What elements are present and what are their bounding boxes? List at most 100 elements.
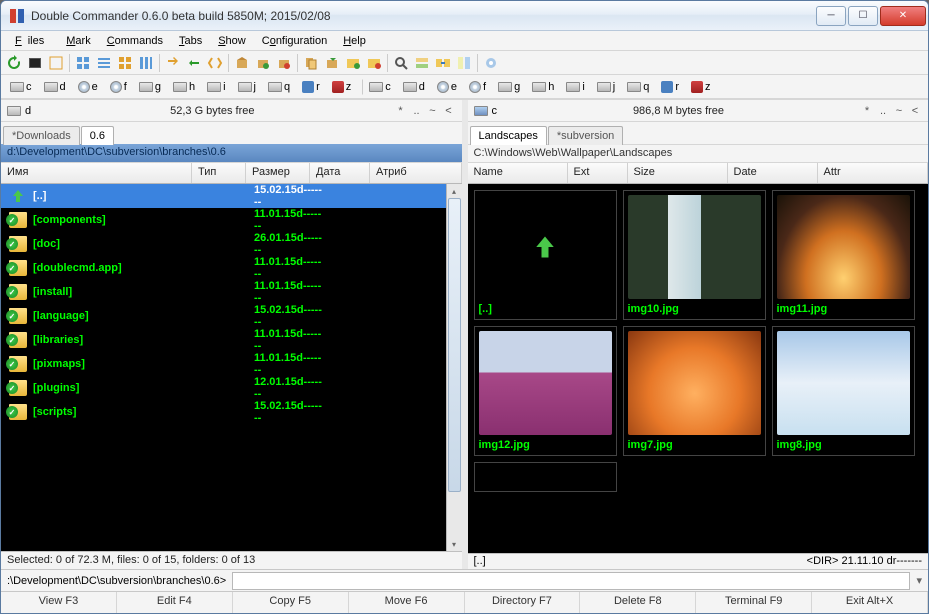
drive-f-left[interactable]: f (105, 79, 132, 95)
right-home-button[interactable]: ~ (892, 105, 906, 117)
drive-e-left[interactable]: e (73, 79, 103, 95)
drive-c-left[interactable]: c (5, 79, 37, 95)
thumbnail-item[interactable]: img12.jpg (474, 326, 617, 456)
menu-help[interactable]: Help (337, 34, 372, 48)
settings-icon[interactable] (482, 54, 500, 72)
file-row[interactable]: [doublecmd.app]11.01.15d------- (1, 256, 462, 280)
drive-r-left[interactable]: r (297, 79, 325, 95)
thumbnail-item[interactable]: img7.jpg (623, 326, 766, 456)
drive-c-right[interactable]: c (362, 79, 396, 95)
left-up-button[interactable]: .. (410, 105, 424, 117)
right-drive-selector[interactable]: c (474, 105, 498, 117)
drive-i-left[interactable]: i (202, 79, 230, 95)
minimize-button[interactable]: ─ (816, 6, 846, 26)
compare-icon[interactable] (455, 54, 473, 72)
search-icon[interactable] (392, 54, 410, 72)
file-row[interactable]: [doc]26.01.15d------- (1, 232, 462, 256)
drive-j-left[interactable]: j (233, 79, 261, 95)
right-tab-landscapes[interactable]: Landscapes (470, 126, 547, 145)
left-path[interactable]: d:\Development\DC\subversion\branches\0.… (1, 144, 462, 162)
menu-mark[interactable]: Mark (60, 34, 96, 48)
file-row[interactable]: [scripts]15.02.15d------- (1, 400, 462, 424)
columns-view-icon[interactable] (137, 54, 155, 72)
grid-view-icon[interactable] (74, 54, 92, 72)
left-tab-downloads[interactable]: *Downloads (3, 126, 80, 145)
list-view-icon[interactable] (95, 54, 113, 72)
right-back-button[interactable]: < (908, 105, 922, 117)
menu-tabs[interactable]: Tabs (173, 34, 208, 48)
target-equal-source-icon[interactable] (185, 54, 203, 72)
maximize-button[interactable]: ☐ (848, 6, 878, 26)
refresh-icon[interactable] (5, 54, 23, 72)
pack-icon[interactable] (233, 54, 251, 72)
sync-dirs-icon[interactable] (434, 54, 452, 72)
copy-icon[interactable] (302, 54, 320, 72)
menu-files[interactable]: Files (9, 34, 56, 48)
func-button-5[interactable]: Delete F8 (580, 592, 696, 613)
drive-r-right[interactable]: r (656, 79, 684, 95)
thumb-view-icon[interactable] (116, 54, 134, 72)
left-home-button[interactable]: ~ (426, 105, 440, 117)
thumbnail-item[interactable] (474, 462, 617, 492)
func-button-6[interactable]: Terminal F9 (696, 592, 812, 613)
left-tab-0-6[interactable]: 0.6 (81, 126, 114, 145)
right-tab-subversion[interactable]: *subversion (548, 126, 623, 145)
func-button-7[interactable]: Exit Alt+X (812, 592, 928, 613)
drive-g-left[interactable]: g (134, 79, 166, 95)
menu-show[interactable]: Show (212, 34, 252, 48)
right-path[interactable]: C:\Windows\Web\Wallpaper\Landscapes (468, 144, 929, 162)
file-row[interactable]: [components]11.01.15d------- (1, 208, 462, 232)
drive-q-left[interactable]: q (263, 79, 295, 95)
right-root-button[interactable]: * (860, 105, 874, 117)
func-button-3[interactable]: Move F6 (349, 592, 465, 613)
file-row[interactable]: [..]15.02.15d------- (1, 184, 462, 208)
drive-d-right[interactable]: d (398, 79, 430, 95)
command-dropdown-icon[interactable]: ▾ (916, 574, 922, 587)
drive-j-right[interactable]: j (592, 79, 620, 95)
close-button[interactable]: ✕ (880, 6, 926, 26)
thumbnail-item[interactable]: img10.jpg (623, 190, 766, 320)
right-up-button[interactable]: .. (876, 105, 890, 117)
file-row[interactable]: [pixmaps]11.01.15d------- (1, 352, 462, 376)
left-drive-selector[interactable]: d (7, 105, 31, 117)
move-icon[interactable] (323, 54, 341, 72)
right-thumbnail-grid[interactable]: [..]img10.jpgimg11.jpg img12.jpgimg7.jpgi… (468, 184, 929, 553)
file-row[interactable]: [libraries]11.01.15d------- (1, 328, 462, 352)
file-row[interactable]: [language]15.02.15d------- (1, 304, 462, 328)
swap-panels-icon[interactable] (164, 54, 182, 72)
equal-icon[interactable] (206, 54, 224, 72)
drive-q-right[interactable]: q (622, 79, 654, 95)
drive-z-right[interactable]: z (686, 79, 716, 95)
func-button-2[interactable]: Copy F5 (233, 592, 349, 613)
titlebar[interactable]: Double Commander 0.6.0 beta build 5850M;… (1, 1, 928, 31)
thumbnail-item[interactable]: img11.jpg (772, 190, 915, 320)
file-row[interactable]: [install]11.01.15d------- (1, 280, 462, 304)
left-file-list[interactable]: [..]15.02.15d-------[components]11.01.15… (1, 184, 462, 551)
func-button-0[interactable]: View F3 (1, 592, 117, 613)
right-column-header[interactable]: Name Ext Size Date Attr (468, 162, 929, 184)
terminal-icon[interactable] (26, 54, 44, 72)
drive-f-right[interactable]: f (464, 79, 491, 95)
multi-rename-icon[interactable] (413, 54, 431, 72)
command-input[interactable] (232, 572, 910, 590)
func-button-4[interactable]: Directory F7 (465, 592, 581, 613)
delete-icon[interactable] (365, 54, 383, 72)
drive-h-right[interactable]: h (527, 79, 559, 95)
menu-commands[interactable]: Commands (101, 34, 169, 48)
left-root-button[interactable]: * (394, 105, 408, 117)
left-column-header[interactable]: Имя Тип Размер Дата Атриб (1, 162, 462, 184)
drive-h-left[interactable]: h (168, 79, 200, 95)
thumbnail-item[interactable]: [..] (474, 190, 617, 320)
drive-g-right[interactable]: g (493, 79, 525, 95)
drive-i-right[interactable]: i (561, 79, 589, 95)
left-scrollbar[interactable]: ▴▾ (446, 184, 462, 551)
drive-d-left[interactable]: d (39, 79, 71, 95)
file-row[interactable]: [plugins]12.01.15d------- (1, 376, 462, 400)
thumbnail-item[interactable]: img8.jpg (772, 326, 915, 456)
test-archive-icon[interactable] (275, 54, 293, 72)
drive-e-right[interactable]: e (432, 79, 462, 95)
unpack-icon[interactable] (254, 54, 272, 72)
newfolder-icon[interactable] (344, 54, 362, 72)
left-back-button[interactable]: < (442, 105, 456, 117)
menu-configuration[interactable]: Configuration (256, 34, 333, 48)
